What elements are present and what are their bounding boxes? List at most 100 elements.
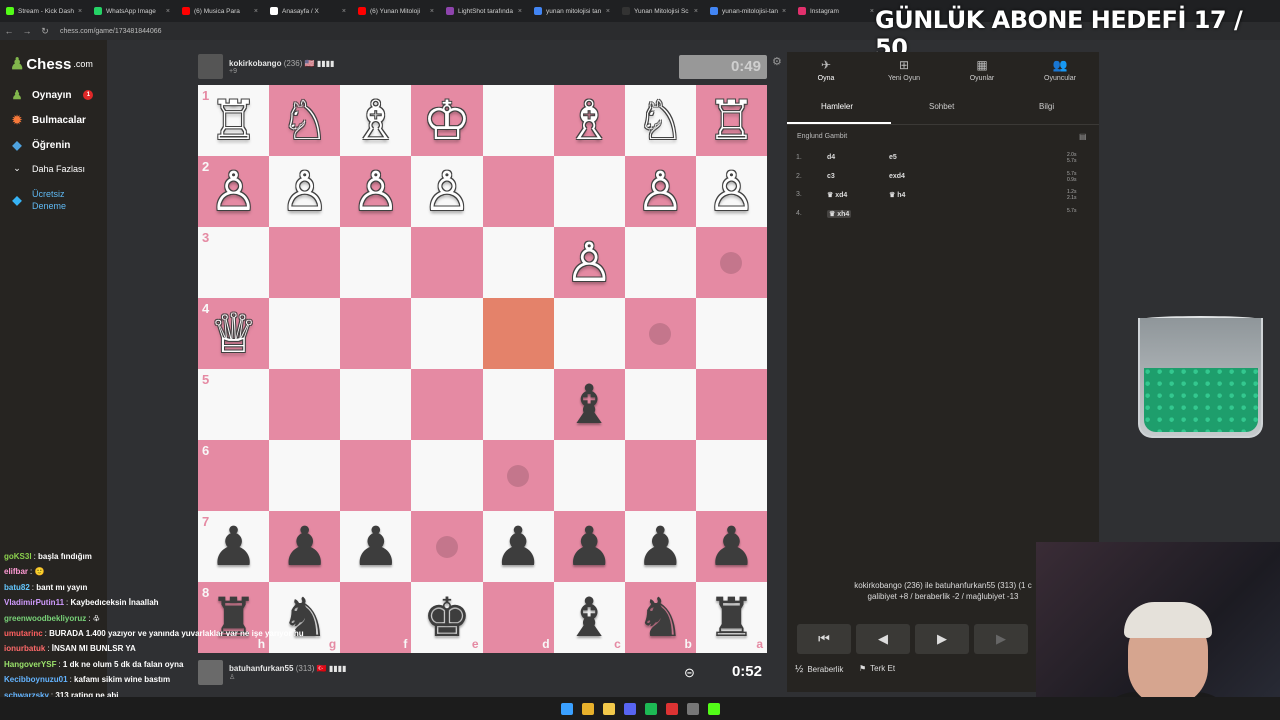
white-pawn-icon[interactable]: ♙ [352,164,400,219]
browser-tab[interactable]: Stream - Kick Dash × [0,0,88,22]
black-bishop-icon[interactable]: ♝ [565,377,613,432]
subtab-info[interactable]: Bilgi [1039,102,1054,111]
board-square[interactable] [269,298,341,369]
white-queen-icon[interactable]: ♕ [209,306,257,361]
spotify-icon[interactable] [644,702,657,715]
board-square[interactable]: 2 ♙ [198,156,270,227]
board-square[interactable]: 6 [198,440,270,511]
board-square[interactable] [553,298,625,369]
sidebar-item-free-trial[interactable]: ◆ Ücretsiz Deneme [10,188,90,212]
white-bishop-icon[interactable]: ♗ [565,93,613,148]
board-square[interactable] [695,227,767,298]
close-icon[interactable]: × [518,8,522,15]
sidebar-item-puzzles[interactable]: ✹ Bulmacalar [10,113,86,127]
board-square[interactable] [624,227,696,298]
board-square[interactable] [411,511,483,582]
first-move-button[interactable]: ⏮ [797,624,851,654]
board-square[interactable]: ♙ [624,156,696,227]
board-square[interactable] [340,369,412,440]
white-bishop-icon[interactable]: ♗ [352,93,400,148]
board-square[interactable]: 4 ♕ [198,298,270,369]
draw-button[interactable]: ½ Beraberlik [795,664,843,675]
kick-icon[interactable] [707,702,720,715]
board-square[interactable] [624,369,696,440]
board-square[interactable]: ♟ [695,511,767,582]
sidebar-item-learn[interactable]: ◆ Öğrenin [10,138,70,152]
white-knight-icon[interactable]: ♘ [280,93,328,148]
white-move[interactable]: d4 [827,154,835,161]
white-pawn-icon[interactable]: ♙ [707,164,755,219]
board-square[interactable]: f [340,582,412,653]
board-square[interactable] [340,440,412,511]
black-knight-icon[interactable]: ♞ [636,590,684,645]
board-square[interactable] [553,440,625,511]
board-square[interactable]: ♟ [553,511,625,582]
white-king-icon[interactable]: ♔ [423,93,471,148]
close-icon[interactable]: × [166,8,170,15]
url-text[interactable]: chess.com/game/173481844066 [60,28,162,35]
white-move[interactable]: ♛ xh4 [827,209,852,218]
board-square[interactable]: ♙ [695,156,767,227]
board-square[interactable]: ♗ [340,85,412,156]
board-square[interactable] [695,369,767,440]
board-square[interactable]: c ♝ [553,582,625,653]
board-square[interactable]: ♟ [340,511,412,582]
white-rook-icon[interactable]: ♖ [707,93,755,148]
board-square[interactable] [411,298,483,369]
avatar[interactable] [198,54,223,79]
black-move[interactable]: ♛ h4 [889,191,905,199]
forward-icon[interactable]: → [18,26,36,36]
sidebar-item-play[interactable]: ♟ Oynayın 1 [10,88,94,102]
board-square[interactable] [411,227,483,298]
board-square[interactable] [695,440,767,511]
chess-logo[interactable]: ♟ Chess .com [10,54,93,74]
board-square[interactable]: ♟ [624,511,696,582]
close-icon[interactable]: × [78,8,82,15]
browser-tab[interactable]: (6) Musica Para × [176,0,264,22]
board-square[interactable]: ♗ [553,85,625,156]
black-pawn-icon[interactable]: ♟ [494,519,542,574]
board-square[interactable]: a ♜ [695,582,767,653]
board-square[interactable]: ♙ [411,156,483,227]
browser-tab[interactable]: (6) Yunan Mitoloji × [352,0,440,22]
chrome-icon[interactable] [581,702,594,715]
board-square[interactable]: 5 [198,369,270,440]
settings-gear-icon[interactable]: ⚙ [772,55,782,68]
white-move[interactable]: ♛ xd4 [827,191,847,199]
board-square[interactable] [482,227,554,298]
reload-icon[interactable]: ↻ [36,26,54,37]
board-square[interactable] [269,440,341,511]
prev-move-button[interactable]: ◀ [856,624,910,654]
close-icon[interactable]: × [254,8,258,15]
file-explorer-icon[interactable] [602,702,615,715]
board-square[interactable]: ♘ [624,85,696,156]
tab-games[interactable]: ▦ Oyunlar [943,58,1021,82]
tab-play[interactable]: ✈ Oyna [787,58,865,82]
board-square[interactable] [411,369,483,440]
board-square[interactable] [553,156,625,227]
board-square[interactable] [624,298,696,369]
close-icon[interactable]: × [606,8,610,15]
board-square[interactable]: ♔ [411,85,483,156]
board-square[interactable] [624,440,696,511]
board-square[interactable]: ♙ [553,227,625,298]
board-square[interactable]: ♖ [695,85,767,156]
browser-tab[interactable]: WhatsApp Image × [88,0,176,22]
board-square[interactable] [269,227,341,298]
board-square[interactable] [695,298,767,369]
close-icon[interactable]: × [430,8,434,15]
browser-tab[interactable]: Yunan Mitolojisi Sc × [616,0,704,22]
white-pawn-icon[interactable]: ♙ [280,164,328,219]
browser-tab[interactable]: Anasayfa / X × [264,0,352,22]
white-pawn-icon[interactable]: ♙ [565,235,613,290]
tab-players[interactable]: 👥 Oyuncular [1021,58,1099,82]
subtab-chat[interactable]: Sohbet [929,102,954,111]
close-icon[interactable]: × [342,8,346,15]
white-rook-icon[interactable]: ♖ [209,93,257,148]
board-square[interactable] [411,440,483,511]
sidebar-item-more[interactable]: ⌄ Daha Fazlası [10,163,85,174]
black-move[interactable]: e5 [889,154,897,161]
close-icon[interactable]: × [782,8,786,15]
top-player-name[interactable]: kokirkobango [229,59,281,68]
black-pawn-icon[interactable]: ♟ [352,519,400,574]
